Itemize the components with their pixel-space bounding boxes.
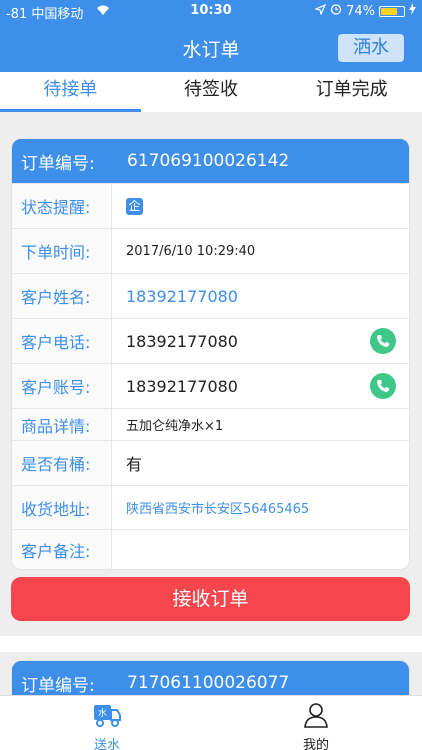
order-time-row: 下单时间: 2017/6/10 10:29:40 bbox=[12, 228, 409, 273]
has-bucket: 有 bbox=[126, 455, 143, 474]
customer-remark bbox=[112, 530, 409, 569]
enterprise-badge: 企 bbox=[126, 197, 143, 215]
remark-row: 客户备注: bbox=[12, 529, 409, 569]
battery-percent: 74% bbox=[346, 3, 375, 19]
phone-icon bbox=[377, 335, 389, 347]
customer-account-row: 客户账号: 18392177080 bbox=[12, 363, 409, 408]
delivery-address: 陕西省西安市长安区56465465 bbox=[126, 502, 310, 517]
order-time: 2017/6/10 10:29:40 bbox=[126, 243, 256, 259]
user-icon bbox=[304, 703, 328, 728]
row-label: 客户姓名: bbox=[12, 274, 112, 318]
status-bar: -81 中国移动 10:30 74% bbox=[0, 0, 422, 22]
call-account-button[interactable] bbox=[370, 373, 396, 399]
order-number: 617069100026142 bbox=[127, 151, 290, 171]
order-card: 订单编号: 617069100026142 状态提醒: 企 下单时间: 2017… bbox=[11, 138, 410, 570]
customer-phone-row: 客户电话: 18392177080 bbox=[12, 318, 409, 363]
customer-phone: 18392177080 bbox=[126, 331, 238, 351]
row-label: 商品详情: bbox=[12, 409, 112, 440]
accept-order-button[interactable]: 接收订单 bbox=[11, 577, 410, 621]
order-status-tabs: 待接单 待签收 订单完成 bbox=[0, 72, 422, 112]
charging-icon bbox=[409, 3, 416, 19]
tabbar-item-delivery[interactable]: 水 送水 bbox=[84, 702, 130, 750]
row-label: 客户账号: bbox=[12, 364, 112, 408]
nav-bar: 水订单 洒水 bbox=[0, 22, 422, 72]
alarm-icon bbox=[330, 3, 342, 19]
tabbar-label: 送水 bbox=[93, 738, 120, 750]
status-right: 74% bbox=[314, 3, 416, 19]
row-label: 客户电话: bbox=[12, 319, 112, 363]
tab-pending-sign[interactable]: 待签收 bbox=[141, 72, 282, 112]
order-number-label: 订单编号: bbox=[21, 153, 95, 174]
order-number: 717061100026077 bbox=[127, 673, 290, 693]
tab-completed[interactable]: 订单完成 bbox=[281, 72, 422, 112]
call-phone-button[interactable] bbox=[370, 328, 396, 354]
row-label: 状态提醒: bbox=[12, 184, 112, 228]
row-label: 客户备注: bbox=[12, 530, 112, 569]
order-number-row: 订单编号: 617069100026142 bbox=[12, 139, 409, 183]
row-label: 收货地址: bbox=[12, 486, 112, 529]
svg-text:水: 水 bbox=[98, 707, 107, 719]
tab-pending-accept[interactable]: 待接单 bbox=[0, 72, 141, 112]
sprinkle-water-button[interactable]: 洒水 bbox=[338, 34, 404, 62]
delivery-truck-icon: 水 bbox=[94, 705, 121, 727]
customer-name: 18392177080 bbox=[126, 286, 238, 306]
product-detail-row: 商品详情: 五加仑纯净水×1 bbox=[12, 408, 409, 440]
bottom-tab-bar: 水 送水 我的 bbox=[0, 695, 422, 750]
phone-icon bbox=[377, 380, 389, 392]
tabbar-label: 我的 bbox=[302, 738, 329, 750]
customer-account: 18392177080 bbox=[126, 376, 238, 396]
order-number-label: 订单编号: bbox=[21, 675, 95, 696]
status-row: 状态提醒: 企 bbox=[12, 183, 409, 228]
location-icon bbox=[314, 3, 327, 19]
row-label: 下单时间: bbox=[12, 229, 112, 273]
customer-name-row: 客户姓名: 18392177080 bbox=[12, 273, 409, 318]
row-label: 是否有桶: bbox=[12, 441, 112, 485]
section-gap bbox=[0, 636, 422, 652]
address-row: 收货地址: 陕西省西安市长安区56465465 bbox=[12, 485, 409, 529]
has-bucket-row: 是否有桶: 有 bbox=[12, 440, 409, 485]
product-detail: 五加仑纯净水×1 bbox=[126, 419, 224, 434]
battery-icon bbox=[379, 5, 405, 17]
tabbar-item-mine[interactable]: 我的 bbox=[293, 702, 339, 750]
